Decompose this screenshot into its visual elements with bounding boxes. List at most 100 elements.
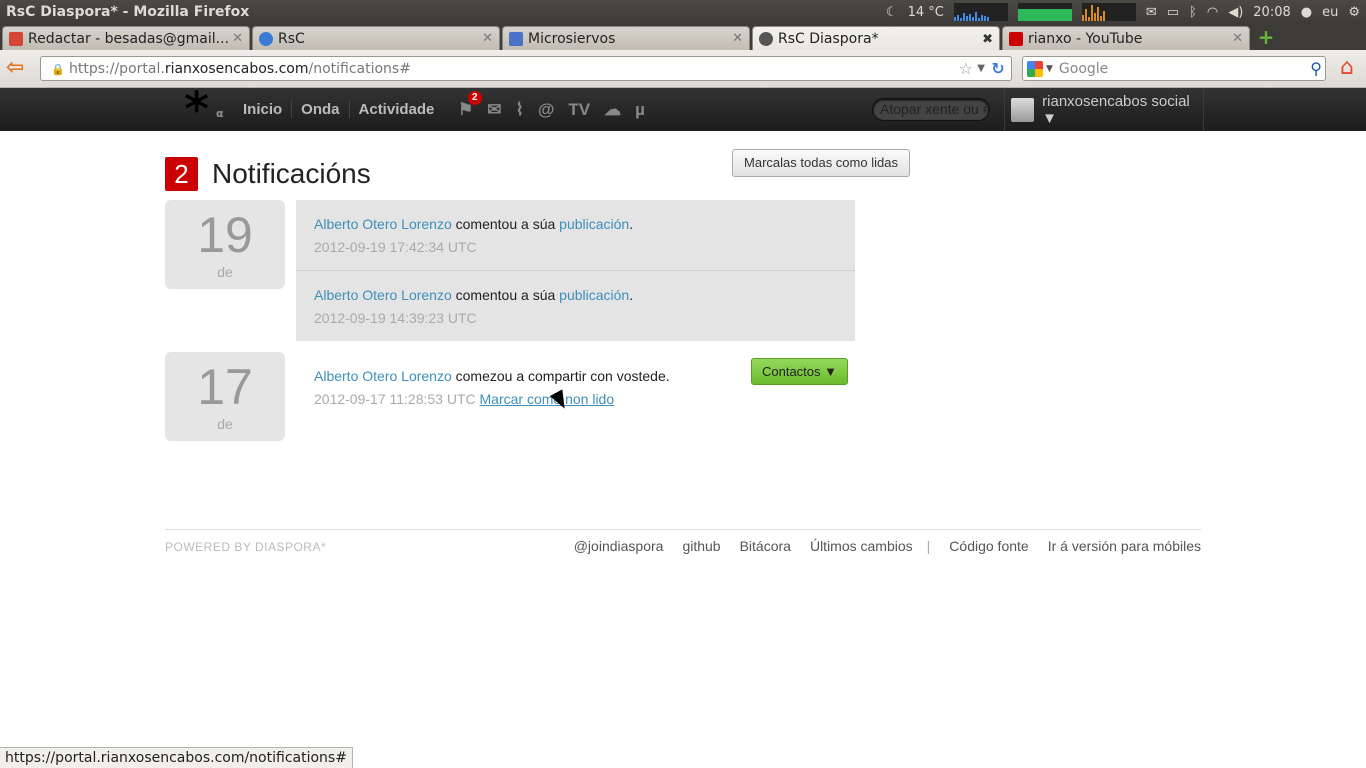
volume-icon[interactable]: ◀) (1228, 5, 1243, 20)
tab-diaspora[interactable]: RsC Diaspora* ✖ (752, 26, 1000, 51)
footer-link-blog[interactable]: Bitácora (740, 538, 791, 554)
footer-link-github[interactable]: github (682, 538, 720, 554)
url-domain: rianxosencabos.com (164, 60, 309, 77)
nav-onda[interactable]: Onda (292, 101, 350, 118)
timestamp: 2012-09-19 17:42:34 UTC (314, 239, 477, 255)
network-graph (1081, 3, 1136, 21)
footer-link-mobile[interactable]: Ir á versión para móbiles (1048, 538, 1201, 554)
date-day: 19 (197, 207, 253, 263)
date-month: de (217, 416, 233, 432)
memory-graph (1017, 3, 1072, 21)
os-indicators: ☾ 14 °C ✉ ▭ ᛒ ◠ ◀) 20:08 ● eu ⚙ (886, 0, 1360, 24)
tab-gmail[interactable]: Redactar - besadas@gmail.... ✕ (2, 26, 250, 50)
search-bar[interactable]: ▼ Google ⚲ (1022, 56, 1326, 81)
date-day: 17 (197, 359, 253, 415)
people-search-input[interactable]: Atopar xente ou # (872, 98, 990, 121)
home-icon[interactable]: ⌂ (1334, 56, 1360, 80)
back-arrow-icon[interactable]: ⇦ (6, 57, 30, 79)
diaspora-logo[interactable]: * α (184, 86, 224, 134)
google-icon[interactable] (1027, 60, 1043, 77)
clock[interactable]: 20:08 (1253, 5, 1290, 20)
user-menu-label: rianxosencabos social ▼ (1042, 92, 1190, 127)
gear-icon[interactable]: ⚙ (1348, 5, 1360, 20)
tab-bar: Redactar - besadas@gmail.... ✕ RsC ✕ Mic… (0, 24, 1366, 51)
cpu-graph (953, 3, 1008, 21)
tv-icon[interactable]: TV (568, 100, 590, 120)
header-icons: ⚑ 2 ✉ ⌇ @ TV ☁ µ (458, 88, 645, 131)
activity-icon[interactable]: ⌇ (516, 100, 524, 120)
mentions-icon[interactable]: @ (538, 100, 555, 120)
chevron-down-icon[interactable]: ▼ (977, 63, 985, 74)
powered-by[interactable]: POWERED BY DIASPORA* (165, 540, 326, 554)
url-prefix: https://portal. (69, 60, 165, 77)
mark-unread-link[interactable]: Marcar como non lido (480, 391, 615, 407)
footer-link-source[interactable]: Código fonte (949, 538, 1028, 554)
main-nav: Inicio Onda Actividade (234, 88, 443, 131)
footer-link-changelog[interactable]: Últimos cambios (810, 538, 913, 554)
gmail-icon (9, 31, 23, 46)
contacts-dropdown-button[interactable]: Contactos ▼ (751, 358, 848, 385)
close-icon[interactable]: ✕ (732, 31, 743, 46)
date-group-17: 17 de (165, 352, 285, 441)
author-link[interactable]: Alberto Otero Lorenzo (314, 368, 452, 384)
new-tab-icon[interactable]: + (1256, 27, 1276, 47)
notification-text: Alberto Otero Lorenzo comentou a súa pub… (314, 216, 837, 232)
search-placeholder: Google (1058, 60, 1109, 77)
reload-icon[interactable]: ↻ (989, 59, 1007, 78)
notification-item: Alberto Otero Lorenzo comentou a súa pub… (296, 271, 855, 341)
tab-microsiervos[interactable]: Microsiervos ✕ (502, 26, 750, 50)
url-bar[interactable]: 🔒 https://portal. rianxosencabos.com/noti… (40, 56, 1012, 81)
author-link[interactable]: Alberto Otero Lorenzo (314, 287, 452, 303)
tab-label: RsC (278, 30, 305, 47)
battery-icon[interactable]: ▭ (1167, 5, 1179, 20)
tab-label: Redactar - besadas@gmail.... (28, 30, 229, 47)
tab-label: Microsiervos (528, 30, 616, 47)
search-icon[interactable]: ⚲ (1310, 59, 1322, 78)
avatar (1011, 97, 1035, 122)
date-month: de (217, 264, 233, 280)
notifications-icon[interactable]: ⚑ 2 (458, 90, 482, 120)
close-icon[interactable]: ✕ (232, 31, 243, 46)
close-icon[interactable]: ✕ (1232, 31, 1243, 46)
footer-link-joindiaspora[interactable]: @joindiaspora (574, 538, 664, 554)
url-path: /notifications# (308, 60, 411, 77)
temperature[interactable]: 14 °C (908, 5, 944, 20)
cube-icon (509, 31, 523, 46)
mail-indicator-icon[interactable]: ✉ (1146, 5, 1157, 20)
nav-inicio[interactable]: Inicio (234, 101, 293, 118)
notification-action: comentou a súa (451, 287, 560, 303)
author-link[interactable]: Alberto Otero Lorenzo (314, 216, 452, 232)
notification-end: . (629, 287, 634, 303)
notification-count-badge: 2 (165, 157, 198, 191)
user-icon[interactable]: ● (1301, 5, 1312, 20)
chevron-down-icon[interactable]: ▼ (1046, 64, 1053, 74)
timestamp: 2012-09-17 11:28:53 UTC (314, 391, 476, 407)
bluetooth-icon[interactable]: ᛒ (1189, 5, 1197, 20)
footer-links: @joindiaspora github Bitácora Últimos ca… (555, 538, 1201, 554)
cloud-icon[interactable]: ☁ (604, 100, 621, 120)
bookmark-star-icon[interactable]: ☆ (959, 59, 973, 78)
diaspora-icon (759, 32, 773, 46)
user-menu[interactable]: rianxosencabos social ▼ (1004, 88, 1204, 131)
tab-rsc[interactable]: RsC ✕ (252, 26, 500, 50)
os-top-bar: RsC Diaspora* - Mozilla Firefox ☾ 14 °C … (0, 0, 1366, 24)
footer-separator: | (926, 538, 931, 554)
wifi-icon[interactable]: ◠ (1207, 5, 1218, 20)
close-icon[interactable]: ✕ (482, 31, 493, 46)
status-bar: https://portal.rianxosencabos.com/notifi… (0, 747, 353, 768)
notification-badge: 2 (468, 90, 482, 105)
tab-youtube[interactable]: rianxo - YouTube ✕ (1002, 26, 1250, 50)
user-name[interactable]: eu (1322, 5, 1338, 20)
date-group-19: 19 de (165, 200, 285, 289)
post-link[interactable]: publicación (559, 216, 629, 232)
notification-text: Alberto Otero Lorenzo comentou a súa pub… (314, 287, 837, 303)
close-icon[interactable]: ✖ (982, 32, 993, 47)
notification-end: . (629, 216, 634, 232)
mu-icon[interactable]: µ (635, 100, 645, 120)
moon-icon[interactable]: ☾ (886, 5, 898, 20)
post-link[interactable]: publicación (559, 287, 629, 303)
mail-icon[interactable]: ✉ (487, 100, 501, 120)
footer-divider (165, 529, 1201, 530)
nav-actividade[interactable]: Actividade (350, 101, 444, 118)
mark-all-read-button[interactable]: Marcalas todas como lidas (732, 149, 910, 177)
